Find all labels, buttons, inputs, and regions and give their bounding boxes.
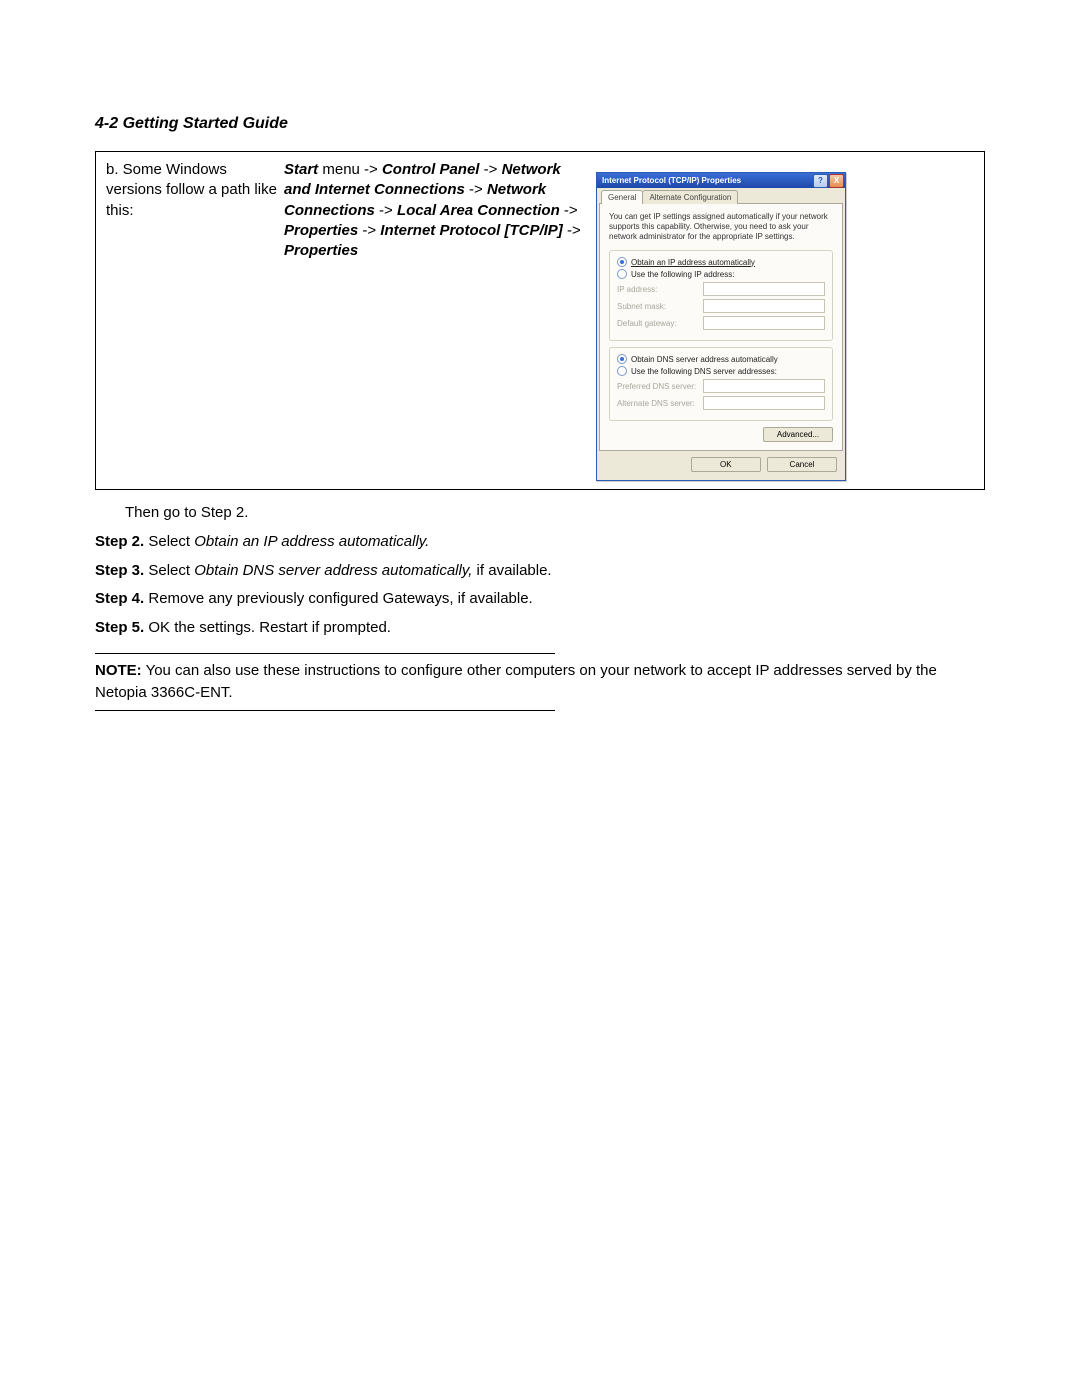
step-4-text: Remove any previously configured Gateway… [144,590,533,607]
step-2-text: Select [144,533,194,550]
dialog-tabs: General Alternate Configuration [601,190,843,204]
box-nav-path: Start menu -> Control Panel -> Network a… [284,160,596,481]
step-5-label: Step 5. [95,619,144,636]
step-2-label: Step 2. [95,533,144,550]
dialog-titlebar: Internet Protocol (TCP/IP) Properties ? … [597,173,845,188]
path-controlpanel: Control Panel [382,161,480,178]
step-3: Step 3. Select Obtain DNS server address… [95,560,985,582]
radio-obtain-ip-label: Obtain an IP address automatically [631,258,755,267]
path-sep: -> [465,181,487,198]
step-2: Step 2. Select Obtain an IP address auto… [95,531,985,553]
ip-group: Obtain an IP address automatically Use t… [609,250,833,341]
note-rule-top [95,653,555,654]
field-gateway: Default gateway: [617,316,825,330]
cancel-button[interactable]: Cancel [767,457,837,472]
step-5-text: OK the settings. Restart if prompted. [144,619,391,636]
note-label: NOTE: [95,662,142,679]
note-text: You can also use these instructions to c… [95,662,937,701]
advanced-button[interactable]: Advanced... [763,427,833,442]
step-4-label: Step 4. [95,590,144,607]
label-adns: Alternate DNS server: [617,399,703,408]
path-sep: -> [479,161,501,178]
path-props2: Properties [284,242,358,259]
radio-obtain-ip[interactable]: Obtain an IP address automatically [617,257,825,267]
input-gateway [703,316,825,330]
field-adns: Alternate DNS server: [617,396,825,410]
step-5: Step 5. OK the settings. Restart if prom… [95,617,985,639]
input-pdns [703,379,825,393]
radio-use-dns-label: Use the following DNS server addresses: [631,367,777,376]
tcpip-properties-dialog: Internet Protocol (TCP/IP) Properties ? … [596,172,846,481]
ok-button[interactable]: OK [691,457,761,472]
tab-alternate[interactable]: Alternate Configuration [642,190,738,204]
instruction-box: b. Some Windows versions follow a path l… [95,151,985,490]
box-left-text: b. Some Windows versions follow a path l… [106,160,284,481]
tab-panel-general: You can get IP settings assigned automat… [599,203,843,451]
radio-use-ip-label: Use the following IP address: [631,270,734,279]
label-ip: IP address: [617,285,703,294]
tab-general[interactable]: General [601,190,643,204]
dialog-hint: You can get IP settings assigned automat… [609,212,833,242]
path-sep: -> [563,222,581,239]
path-sep: -> [375,202,397,219]
page-header: 4-2 Getting Started Guide [95,115,985,133]
radio-obtain-dns-label: Obtain DNS server address automatically [631,355,778,364]
radio-use-ip[interactable]: Use the following IP address: [617,269,825,279]
label-pdns: Preferred DNS server: [617,382,703,391]
path-sep: menu -> [318,161,382,178]
input-subnet [703,299,825,313]
path-sep: -> [358,222,380,239]
radio-obtain-dns[interactable]: Obtain DNS server address automatically [617,354,825,364]
field-subnet: Subnet mask: [617,299,825,313]
step-2-option: Obtain an IP address automatically. [194,533,429,550]
then-goto: Then go to Step 2. [125,502,985,524]
input-adns [703,396,825,410]
radio-use-dns[interactable]: Use the following DNS server addresses: [617,366,825,376]
close-icon[interactable]: X [829,174,844,188]
step-3-label: Step 3. [95,562,144,579]
dialog-title-text: Internet Protocol (TCP/IP) Properties [602,176,741,185]
path-tcpip: Internet Protocol [TCP/IP] [380,222,563,239]
note-rule-bottom [95,710,555,711]
step-4: Step 4. Remove any previously configured… [95,588,985,610]
dns-group: Obtain DNS server address automatically … [609,347,833,421]
input-ip [703,282,825,296]
field-pdns: Preferred DNS server: [617,379,825,393]
path-sep: -> [560,202,578,219]
path-start: Start [284,161,318,178]
note: NOTE: You can also use these instruction… [95,660,985,704]
step-3-suffix: if available. [472,562,551,579]
step-3-option: Obtain DNS server address automatically, [194,562,472,579]
path-lac: Local Area Connection [397,202,560,219]
label-subnet: Subnet mask: [617,302,703,311]
label-gateway: Default gateway: [617,319,703,328]
help-icon[interactable]: ? [813,174,828,188]
field-ip-address: IP address: [617,282,825,296]
step-3-text: Select [144,562,194,579]
path-props1: Properties [284,222,358,239]
